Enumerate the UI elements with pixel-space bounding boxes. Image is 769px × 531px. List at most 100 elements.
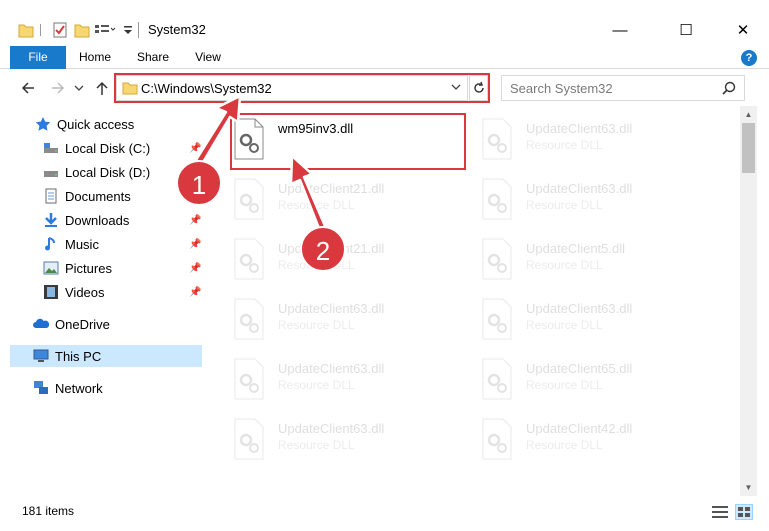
callout-2: 2 bbox=[300, 226, 346, 272]
file-name: UpdateClient63.dll bbox=[278, 361, 385, 376]
pin-icon[interactable]: 📌 bbox=[189, 143, 201, 154]
close-button[interactable]: ✕ bbox=[720, 16, 766, 44]
file-type: Resource DLL bbox=[526, 138, 603, 152]
details-view-icon[interactable] bbox=[711, 504, 729, 520]
dll-file-icon bbox=[232, 178, 266, 220]
this-pc-icon bbox=[33, 348, 49, 364]
file-type: Resource DLL bbox=[278, 378, 355, 392]
videos-icon bbox=[43, 284, 59, 300]
recent-locations-button[interactable] bbox=[72, 78, 86, 98]
file-item[interactable]: UpdateClient63.dll Resource DLL bbox=[232, 358, 472, 414]
network-icon bbox=[33, 380, 49, 396]
tab-share[interactable]: Share bbox=[130, 46, 176, 69]
star-icon bbox=[35, 116, 51, 132]
ribbon: File Home Share View ? bbox=[0, 46, 769, 69]
file-item[interactable]: UpdateClient63.dll Resource DLL bbox=[480, 298, 720, 354]
pictures-icon bbox=[43, 260, 59, 276]
file-name: UpdateClient5.dll bbox=[526, 241, 626, 256]
toolbar-separator bbox=[40, 20, 42, 40]
music-icon bbox=[43, 236, 59, 252]
pin-icon[interactable]: 📌 bbox=[189, 239, 201, 250]
file-item[interactable]: UpdateClient63.dll Resource DLL bbox=[232, 298, 472, 354]
address-highlight-box bbox=[114, 73, 490, 103]
file-item[interactable]: UpdateClient63.dll Resource DLL bbox=[480, 118, 720, 174]
title-separator bbox=[138, 22, 139, 38]
nav-network[interactable]: Network bbox=[33, 377, 103, 399]
file-type: Resource DLL bbox=[526, 258, 603, 272]
file-name: UpdateClient63.dll bbox=[526, 301, 633, 316]
scroll-up-icon[interactable]: ▲ bbox=[740, 106, 757, 123]
downloads-icon bbox=[43, 212, 59, 228]
item-count: 181 items bbox=[22, 504, 75, 518]
chevron-down-icon bbox=[74, 85, 84, 91]
nav-label: Local Disk (D:) bbox=[65, 164, 151, 180]
nav-label: Quick access bbox=[57, 116, 135, 132]
minimize-button[interactable]: — bbox=[597, 16, 643, 44]
dll-file-icon bbox=[480, 298, 514, 340]
nav-downloads[interactable]: Downloads bbox=[43, 209, 129, 231]
nav-music[interactable]: Music bbox=[43, 233, 99, 255]
tab-view[interactable]: View bbox=[188, 46, 228, 69]
nav-videos[interactable]: Videos bbox=[43, 281, 105, 303]
maximize-button[interactable]: ☐ bbox=[663, 16, 709, 44]
file-type: Resource DLL bbox=[526, 378, 603, 392]
dll-file-icon bbox=[232, 418, 266, 460]
onedrive-icon bbox=[33, 316, 50, 332]
file-item[interactable]: UpdateClient21.dll Resource DLL bbox=[232, 178, 472, 234]
file-name: UpdateClient42.dll bbox=[526, 421, 633, 436]
file-item[interactable]: UpdateClient5.dll Resource DLL bbox=[480, 238, 720, 294]
file-item[interactable]: UpdateClient42.dll Resource DLL bbox=[480, 418, 720, 474]
file-type: Resource DLL bbox=[526, 438, 603, 452]
nav-pictures[interactable]: Pictures bbox=[43, 257, 112, 279]
nav-label: Downloads bbox=[65, 212, 130, 228]
search-icon[interactable] bbox=[722, 81, 736, 98]
nav-local-disk-d[interactable]: Local Disk (D:) bbox=[43, 161, 150, 183]
documents-icon bbox=[43, 188, 59, 204]
nav-quick-access[interactable]: Quick access bbox=[35, 113, 134, 135]
tab-file[interactable]: File bbox=[10, 46, 66, 69]
file-name: UpdateClient21.dll bbox=[278, 181, 385, 196]
large-icons-view-icon[interactable] bbox=[735, 504, 753, 520]
nav-documents[interactable]: Documents bbox=[43, 185, 131, 207]
customize-toolbar-icon[interactable] bbox=[94, 20, 116, 40]
file-item[interactable]: UpdateClient63.dll Resource DLL bbox=[480, 178, 720, 234]
up-button[interactable] bbox=[92, 78, 112, 98]
scroll-down-icon[interactable]: ▼ bbox=[740, 479, 757, 496]
vertical-scrollbar[interactable]: ▲ ▼ bbox=[740, 106, 757, 496]
pin-icon[interactable]: 📌 bbox=[189, 263, 201, 274]
dll-file-icon bbox=[480, 418, 514, 460]
back-button[interactable] bbox=[18, 78, 38, 98]
nav-onedrive[interactable]: OneDrive bbox=[33, 313, 110, 335]
file-type: Resource DLL bbox=[526, 318, 603, 332]
search-input[interactable] bbox=[510, 80, 710, 96]
file-type: Resource DLL bbox=[526, 198, 603, 212]
file-item[interactable]: UpdateClient63.dll Resource DLL bbox=[232, 418, 472, 474]
file-item[interactable]: UpdateClient21.dll Resource DLL bbox=[232, 238, 472, 294]
scroll-thumb[interactable] bbox=[742, 123, 755, 173]
search-box[interactable] bbox=[501, 75, 745, 101]
help-icon[interactable]: ? bbox=[741, 50, 757, 66]
file-item[interactable]: UpdateClient65.dll Resource DLL bbox=[480, 358, 720, 414]
nav-local-disk-c[interactable]: Local Disk (C:) bbox=[43, 137, 150, 159]
properties-icon[interactable] bbox=[52, 20, 68, 40]
dll-file-icon bbox=[232, 298, 266, 340]
arrow-up-icon bbox=[96, 81, 108, 95]
quick-access-dropdown-icon[interactable] bbox=[122, 20, 134, 40]
file-name: UpdateClient63.dll bbox=[278, 421, 385, 436]
drive-icon bbox=[43, 164, 59, 180]
nav-label: Videos bbox=[65, 284, 105, 300]
new-folder-icon[interactable] bbox=[74, 20, 90, 40]
title-bar: System32 — ☐ ✕ bbox=[0, 0, 769, 46]
arrow-left-icon bbox=[21, 82, 34, 94]
forward-button[interactable] bbox=[48, 78, 68, 98]
status-bar: 181 items bbox=[0, 496, 769, 531]
tab-home[interactable]: Home bbox=[72, 46, 118, 69]
navigation-pane: Quick access Local Disk (C:) 📌 Local Dis… bbox=[0, 106, 204, 496]
nav-this-pc[interactable]: This PC bbox=[10, 345, 202, 367]
file-name: UpdateClient63.dll bbox=[278, 301, 385, 316]
pin-icon[interactable]: 📌 bbox=[189, 215, 201, 226]
pin-icon[interactable]: 📌 bbox=[189, 287, 201, 298]
nav-label: This PC bbox=[55, 348, 102, 364]
file-type: Resource DLL bbox=[278, 318, 355, 332]
nav-label: Network bbox=[55, 380, 103, 396]
